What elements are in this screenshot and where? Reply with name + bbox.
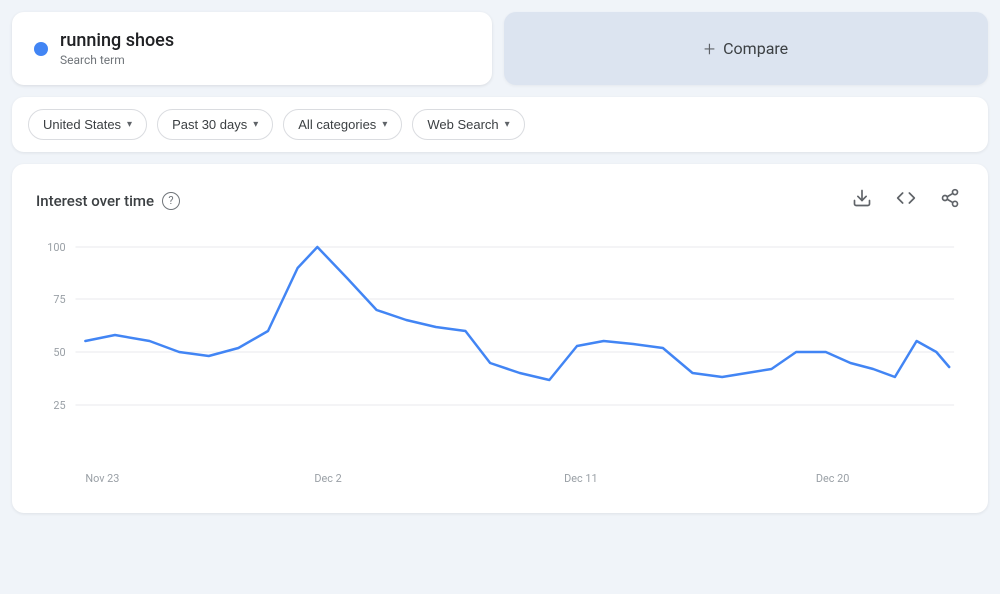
filter-time-range-label: Past 30 days [172, 117, 247, 132]
time-range-dropdown-arrow-icon: ▾ [253, 119, 258, 130]
embed-button[interactable] [892, 184, 920, 217]
trend-chart: 100 75 50 25 Nov 23 Dec 2 Dec 11 Dec 20 [36, 237, 964, 497]
category-dropdown-arrow-icon: ▾ [382, 119, 387, 130]
location-dropdown-arrow-icon: ▾ [127, 119, 132, 130]
x-label-dec2: Dec 2 [314, 472, 341, 485]
chart-title-group: Interest over time ? [36, 192, 180, 210]
filter-location-label: United States [43, 117, 121, 132]
filter-location[interactable]: United States ▾ [28, 109, 147, 140]
filter-time-range[interactable]: Past 30 days ▾ [157, 109, 273, 140]
chart-actions [848, 184, 964, 217]
y-label-100: 100 [47, 241, 65, 254]
chart-card: Interest over time ? [12, 164, 988, 513]
trend-line [85, 247, 949, 380]
download-button[interactable] [848, 184, 876, 217]
compare-plus-icon: + [704, 37, 715, 61]
filter-category-label: All categories [298, 117, 376, 132]
x-label-dec20: Dec 20 [816, 472, 849, 485]
y-label-50: 50 [53, 346, 65, 359]
filter-category[interactable]: All categories ▾ [283, 109, 402, 140]
chart-header: Interest over time ? [36, 184, 964, 217]
help-icon[interactable]: ? [162, 192, 180, 210]
y-label-25: 25 [53, 399, 65, 412]
filter-search-type[interactable]: Web Search ▾ [412, 109, 524, 140]
filter-search-type-label: Web Search [427, 117, 498, 132]
search-term-card: running shoes Search term [12, 12, 492, 85]
compare-card[interactable]: + Compare [504, 12, 988, 85]
compare-label: Compare [723, 39, 788, 58]
top-section: running shoes Search term + Compare [12, 12, 988, 85]
search-type-dropdown-arrow-icon: ▾ [505, 119, 510, 130]
chart-title: Interest over time [36, 192, 154, 210]
share-button[interactable] [936, 184, 964, 217]
search-term-dot [34, 42, 48, 56]
search-term-label: Search term [60, 53, 174, 67]
x-label-dec11: Dec 11 [564, 472, 597, 485]
y-label-75: 75 [53, 293, 65, 306]
search-term-text: running shoes Search term [60, 30, 174, 67]
search-term-name: running shoes [60, 30, 174, 51]
filters-bar: United States ▾ Past 30 days ▾ All categ… [12, 97, 988, 152]
chart-container: 100 75 50 25 Nov 23 Dec 2 Dec 11 Dec 20 [36, 237, 964, 497]
x-label-nov23: Nov 23 [85, 472, 119, 485]
